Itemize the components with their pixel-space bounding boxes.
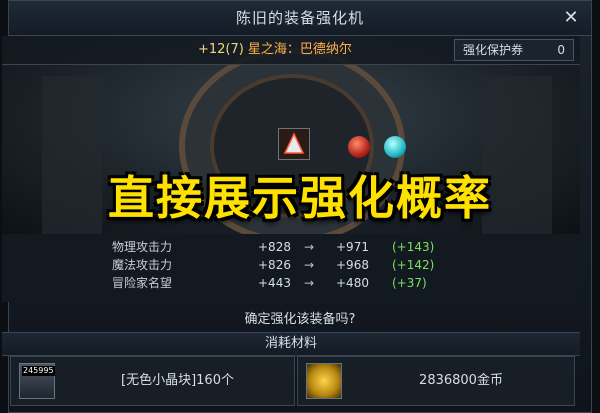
material-gold: 2836800金币	[297, 356, 575, 406]
stat-row-fame: 冒险家名望 +443 → +480 (+37)	[2, 274, 580, 292]
stat-row-physical: 物理攻击力 +828 → +971 (+143)	[2, 238, 580, 256]
stat-diff: (+143)	[392, 240, 435, 254]
item-info-bar: +12(7) 星之海：巴德纳尔 强化保护券 0	[2, 36, 580, 65]
item-slot-icon[interactable]	[278, 128, 310, 160]
stat-diff: (+37)	[392, 276, 427, 290]
gold-cost: 2836800金币	[419, 373, 503, 388]
arrow-icon: →	[304, 276, 315, 290]
confirm-prompt: 确定强化该装备吗?	[244, 312, 356, 327]
stat-before: +826	[258, 258, 291, 272]
arrow-icon: →	[304, 240, 315, 254]
gold-coins-icon	[306, 363, 342, 399]
crystal-icon: 245995	[19, 363, 55, 399]
stat-after: +971	[336, 240, 369, 254]
crystal-cost: [无色小晶块]160个	[121, 373, 234, 388]
material-crystal: 245995 [无色小晶块]160个	[10, 356, 295, 406]
stat-label: 魔法攻击力	[112, 258, 173, 272]
close-icon[interactable]: ✕	[561, 8, 581, 28]
stat-row-magic: 魔法攻击力 +826 → +968 (+142)	[2, 256, 580, 274]
stat-after: +480	[336, 276, 369, 290]
stat-diff: (+142)	[392, 258, 435, 272]
protect-ticket-count: 0	[557, 43, 565, 57]
arrow-icon: →	[304, 258, 315, 272]
stat-label: 物理攻击力	[112, 240, 173, 254]
red-gem-icon	[348, 136, 370, 158]
title-bar: 陈旧的装备强化机 ✕	[9, 1, 591, 36]
item-enhance-level: +12(7)	[198, 42, 244, 57]
materials-header: 消耗材料	[2, 332, 580, 356]
stat-before: +443	[258, 276, 291, 290]
promo-banner: 直接展示强化概率	[108, 171, 492, 225]
protect-ticket-display: 强化保护券 0	[454, 39, 574, 61]
cyan-gem-icon	[384, 136, 406, 158]
item-name: +12(7) 星之海：巴德纳尔	[198, 36, 352, 64]
item-title: 星之海：巴德纳尔	[247, 42, 352, 57]
stat-changes: 物理攻击力 +828 → +971 (+143) 魔法攻击力 +826 → +9…	[2, 234, 580, 302]
stat-label: 冒险家名望	[112, 276, 173, 290]
window-title: 陈旧的装备强化机	[235, 9, 364, 27]
stat-after: +968	[336, 258, 369, 272]
protect-ticket-label: 强化保护券	[463, 43, 524, 57]
crystal-owned-count: 245995	[22, 366, 55, 376]
stat-before: +828	[258, 240, 291, 254]
